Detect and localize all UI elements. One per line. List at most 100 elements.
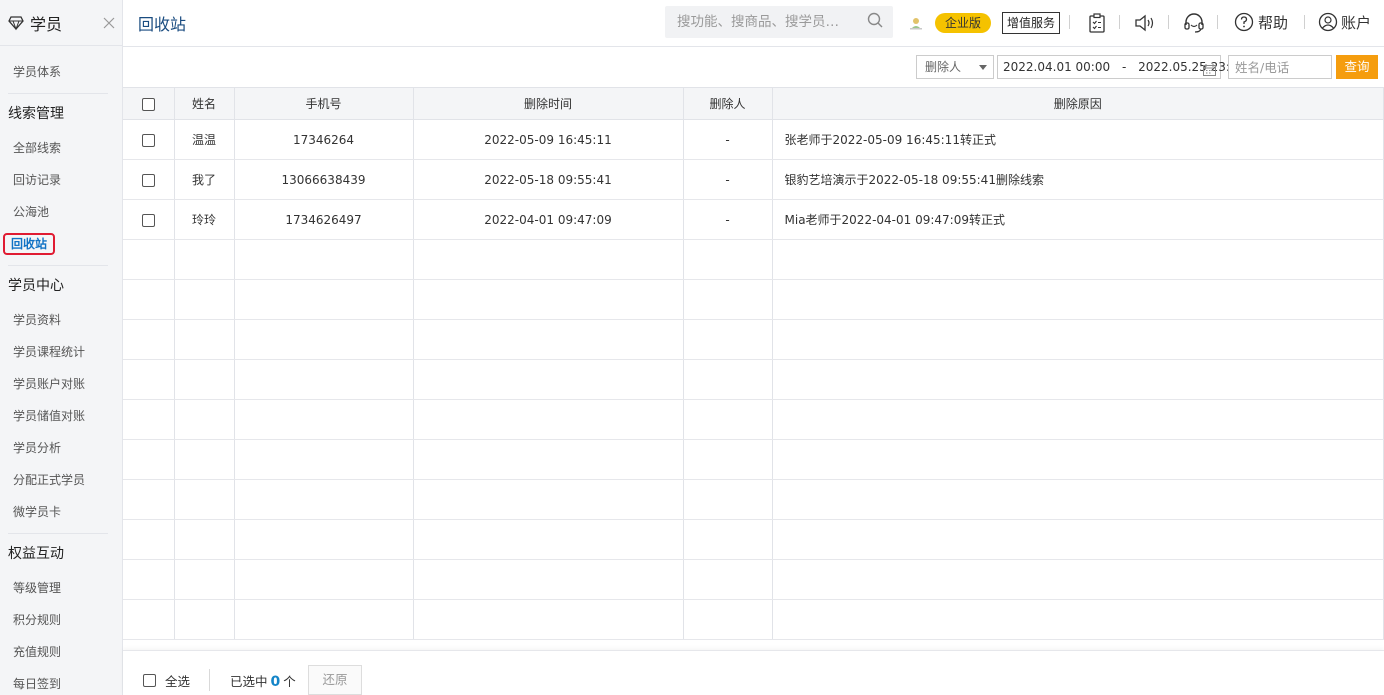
cell-phone xyxy=(233,439,414,480)
cell-time: 2022-05-09 16:45:11 xyxy=(412,119,684,160)
cell-phone xyxy=(233,279,414,320)
divider xyxy=(1069,15,1070,29)
app-window: 学员 学员体系 线索管理 全部线索 回访记录 公海池 回收站 学员中心 学员资料 学员课程统计学… xyxy=(0,0,1384,695)
column-header-delete-time: 删除时间 xyxy=(412,87,684,120)
sidebar-item[interactable]: 全部线索 xyxy=(0,132,122,164)
table-row-empty xyxy=(123,439,1384,480)
cell-name xyxy=(173,519,235,560)
sidebar-item-label: 等级管理 xyxy=(13,581,62,595)
table-row-empty xyxy=(123,359,1384,400)
sidebar-item-label: 每日签到 xyxy=(13,677,62,691)
global-search[interactable] xyxy=(665,6,893,38)
sidebar-item[interactable]: 等级管理 xyxy=(0,572,122,604)
restore-button[interactable]: 还原 xyxy=(308,665,362,695)
cell-reason xyxy=(771,399,1384,440)
sidebar: 学员 学员体系 线索管理 全部线索 回访记录 公海池 回收站 学员中心 学员资料 学员课程统计学… xyxy=(0,0,123,695)
cell-reason: Mia老师于2022-04-01 09:47:09转正式 xyxy=(771,199,1384,240)
row-checkbox-cell xyxy=(123,559,175,600)
close-icon[interactable] xyxy=(102,16,116,30)
user-avatar-icon[interactable] xyxy=(904,11,928,35)
search-icon[interactable] xyxy=(867,12,883,32)
sidebar-item-label: 学员课程统计 xyxy=(13,345,86,359)
column-header-phone: 手机号 xyxy=(233,87,414,120)
cell-name xyxy=(173,279,235,320)
table-row: 我了 13066638439 2022-05-18 09:55:41- 银豹艺培演示于… xyxy=(123,159,1384,200)
sidebar-item-label: 全部线索 xyxy=(13,141,62,155)
help-link[interactable]: 帮助 xyxy=(1234,11,1288,33)
sidebar-item[interactable]: 学员分析 xyxy=(0,432,122,464)
table-row: 温温 17346264 2022-05-09 16:45:11- 张老师于2022-0… xyxy=(123,119,1384,160)
sidebar-item[interactable]: 积分规则 xyxy=(0,604,122,636)
row-checkbox-cell xyxy=(123,479,175,520)
row-checkbox-cell xyxy=(123,319,175,360)
table-row-empty xyxy=(123,599,1384,640)
row-checkbox-cell xyxy=(123,599,175,640)
row-checkbox[interactable] xyxy=(141,173,155,187)
sidebar-title: 学员 xyxy=(30,14,63,34)
select-all-label[interactable]: 全选 xyxy=(165,671,190,690)
cell-name: 玲玲 xyxy=(173,199,235,240)
date-range-picker[interactable]: 2022.04.01 00:00 - 2022.05.25 23:59 xyxy=(997,55,1245,79)
header-checkbox-cell xyxy=(123,87,175,120)
cell-name xyxy=(173,439,235,480)
sidebar-item[interactable]: 学员体系 xyxy=(0,56,122,88)
sidebar-item-label: 回访记录 xyxy=(13,173,62,187)
speaker-icon[interactable] xyxy=(1133,11,1157,35)
diamond-icon xyxy=(8,15,24,31)
edition-badge: 企业版 xyxy=(935,13,992,33)
sidebar-item[interactable]: 学员课程统计 xyxy=(0,336,122,368)
account-link[interactable]: 账户 xyxy=(1318,11,1371,33)
sidebar-item[interactable]: 学员资料 xyxy=(0,304,122,336)
sidebar-item[interactable]: 学员储值对账 xyxy=(0,400,122,432)
search-input[interactable] xyxy=(677,14,867,30)
cell-name xyxy=(173,479,235,520)
cell-reason xyxy=(771,559,1384,600)
value-added-services-button[interactable]: 增值服务 xyxy=(1002,12,1061,34)
clipboard-icon[interactable] xyxy=(1085,11,1109,35)
sidebar-item[interactable]: 充值规则 xyxy=(0,636,122,668)
deleter-select[interactable]: 删除人 xyxy=(916,55,994,79)
sidebar-item[interactable]: 每日签到 xyxy=(0,668,122,695)
sidebar-item-active[interactable]: 回收站 xyxy=(0,228,122,260)
cell-reason: 张老师于2022-05-09 16:45:11转正式 xyxy=(771,119,1384,160)
calendar-icon xyxy=(1203,61,1216,83)
footer-select-all-checkbox[interactable] xyxy=(143,674,156,687)
cell-time xyxy=(412,319,684,360)
cell-deleter xyxy=(682,439,773,480)
select-all-rows-checkbox[interactable] xyxy=(141,97,155,111)
cell-reason: 银豹艺培演示于2022-05-18 09:55:41删除线索 xyxy=(771,159,1384,200)
cell-name: 温温 xyxy=(173,119,235,160)
cell-time xyxy=(412,239,684,280)
sidebar-item[interactable]: 回访记录 xyxy=(0,164,122,196)
name-phone-input[interactable] xyxy=(1228,55,1332,79)
cell-deleter xyxy=(682,599,773,640)
sidebar-item[interactable]: 学员账户对账 xyxy=(0,368,122,400)
cell-reason xyxy=(771,519,1384,560)
cell-name xyxy=(173,319,235,360)
help-icon xyxy=(1234,12,1254,32)
cell-time: 2022-05-18 09:55:41 xyxy=(412,159,684,200)
sidebar-item-label: 积分规则 xyxy=(13,613,62,627)
cell-name: 我了 xyxy=(173,159,235,200)
sidebar-menu: 学员体系 线索管理 全部线索 回访记录 公海池 回收站 学员中心 学员资料 学员课程统计 学员账户… xyxy=(0,56,122,695)
divider xyxy=(1304,15,1305,29)
sidebar-item[interactable]: 微学员卡 xyxy=(0,496,122,528)
cell-phone xyxy=(233,359,414,400)
row-checkbox-cell xyxy=(123,359,175,400)
sidebar-header: 学员 xyxy=(0,0,122,46)
cell-time: 2022-04-01 09:47:09 xyxy=(412,199,684,240)
sidebar-item[interactable]: 公海池 xyxy=(0,196,122,228)
cell-phone xyxy=(233,319,414,360)
row-checkbox[interactable] xyxy=(141,133,155,147)
sidebar-item-label: 学员账户对账 xyxy=(13,377,86,391)
divider xyxy=(1119,15,1120,29)
query-button[interactable]: 查询 xyxy=(1336,55,1378,79)
headset-icon[interactable] xyxy=(1182,11,1206,35)
column-header-delete-reason: 删除原因 xyxy=(771,87,1384,120)
cell-deleter xyxy=(682,479,773,520)
sidebar-item[interactable]: 分配正式学员 xyxy=(0,464,122,496)
row-checkbox[interactable] xyxy=(141,213,155,227)
cell-deleter xyxy=(682,559,773,600)
cell-deleter: - xyxy=(682,159,773,200)
table-row-empty xyxy=(123,239,1384,280)
